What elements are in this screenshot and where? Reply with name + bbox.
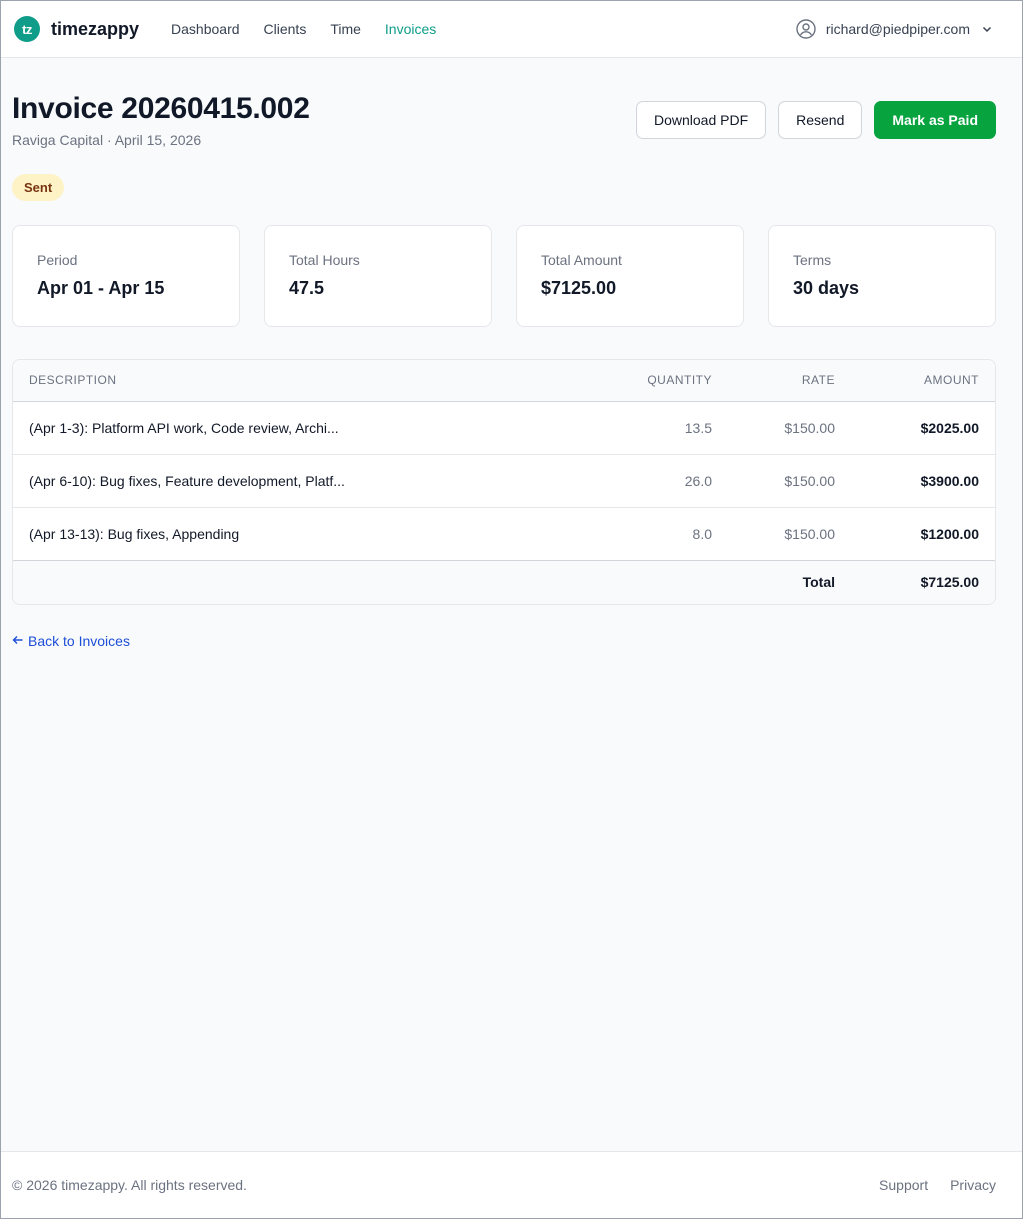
back-to-invoices-link[interactable]: Back to Invoices bbox=[12, 633, 130, 649]
total-value: $7125.00 bbox=[851, 560, 995, 604]
cell-amount: $1200.00 bbox=[851, 507, 995, 561]
cell-quantity: 26.0 bbox=[588, 454, 728, 508]
cell-quantity: 13.5 bbox=[588, 401, 728, 455]
user-circle-icon bbox=[796, 19, 816, 39]
cell-description: (Apr 1-3): Platform API work, Code revie… bbox=[13, 401, 588, 455]
support-link[interactable]: Support bbox=[879, 1177, 928, 1193]
main-content: Invoice 20260415.002 Raviga Capital · Ap… bbox=[1, 58, 1022, 1151]
col-quantity: QUANTITY bbox=[588, 360, 728, 402]
stat-value: 47.5 bbox=[289, 278, 325, 298]
cell-quantity: 8.0 bbox=[588, 507, 728, 561]
page-title: Invoice 20260415.002 bbox=[12, 92, 310, 125]
total-spacer bbox=[588, 560, 728, 604]
title-row: Invoice 20260415.002 Raviga Capital · Ap… bbox=[12, 92, 996, 148]
cell-amount: $3900.00 bbox=[851, 454, 995, 508]
status-badge: Sent bbox=[12, 174, 65, 201]
title-block: Invoice 20260415.002 Raviga Capital · Ap… bbox=[12, 92, 310, 148]
brand-name[interactable]: timezappy bbox=[51, 19, 139, 40]
footer-links: Support Privacy bbox=[857, 1177, 996, 1193]
stat-label: Terms bbox=[793, 252, 832, 268]
table-header-row: DESCRIPTION QUANTITY RATE AMOUNT bbox=[13, 360, 995, 402]
stat-label: Period bbox=[37, 252, 78, 268]
stat-card-period: Period Apr 01 - Apr 15 bbox=[12, 225, 240, 327]
cell-description: (Apr 6-10): Bug fixes, Feature developme… bbox=[13, 454, 588, 508]
stat-value: 30 days bbox=[793, 278, 860, 298]
stat-card-total-amount: Total Amount $7125.00 bbox=[516, 225, 744, 327]
cell-rate: $150.00 bbox=[728, 401, 851, 455]
user-email: richard@piedpiper.com bbox=[825, 21, 970, 37]
table-row: (Apr 13-13): Bug fixes, Appending 8.0 $1… bbox=[13, 507, 995, 561]
stat-card-terms: Terms 30 days bbox=[768, 225, 996, 327]
col-rate: RATE bbox=[728, 360, 851, 402]
top-navbar: tz timezappy Dashboard Clients Time Invo… bbox=[1, 1, 1022, 58]
app-window: tz timezappy Dashboard Clients Time Invo… bbox=[0, 0, 1023, 1219]
logo[interactable]: tz bbox=[14, 16, 40, 42]
line-items-table: DESCRIPTION QUANTITY RATE AMOUNT (Apr 1-… bbox=[12, 359, 996, 605]
table-total-row: Total $7125.00 bbox=[13, 560, 995, 604]
copyright: © 2026 timezappy. All rights reserved. bbox=[12, 1177, 247, 1193]
total-spacer bbox=[13, 560, 588, 604]
total-label: Total bbox=[728, 560, 851, 604]
user-menu[interactable]: richard@piedpiper.com bbox=[796, 19, 993, 39]
back-link-label: Back to Invoices bbox=[28, 633, 130, 649]
main-nav: Dashboard Clients Time Invoices bbox=[171, 21, 460, 37]
stat-card-total-hours: Total Hours 47.5 bbox=[264, 225, 492, 327]
nav-dashboard[interactable]: Dashboard bbox=[171, 21, 240, 37]
cell-rate: $150.00 bbox=[728, 507, 851, 561]
stat-value: Apr 01 - Apr 15 bbox=[37, 278, 165, 298]
cell-rate: $150.00 bbox=[728, 454, 851, 508]
privacy-link[interactable]: Privacy bbox=[950, 1177, 996, 1193]
page-subtitle: Raviga Capital · April 15, 2026 bbox=[12, 132, 202, 148]
nav-time[interactable]: Time bbox=[330, 21, 361, 37]
page-footer: © 2026 timezappy. All rights reserved. S… bbox=[1, 1151, 1022, 1218]
mark-as-paid-button[interactable]: Mark as Paid bbox=[874, 101, 996, 139]
chevron-down-icon bbox=[981, 23, 993, 35]
stat-value: $7125.00 bbox=[541, 278, 617, 298]
table-row: (Apr 6-10): Bug fixes, Feature developme… bbox=[13, 454, 995, 508]
cell-amount: $2025.00 bbox=[851, 401, 995, 455]
resend-button[interactable]: Resend bbox=[778, 101, 863, 139]
col-amount: AMOUNT bbox=[851, 360, 995, 402]
stat-label: Total Amount bbox=[541, 252, 622, 268]
download-pdf-button[interactable]: Download PDF bbox=[635, 101, 767, 139]
stats-cards: Period Apr 01 - Apr 15 Total Hours 47.5 … bbox=[12, 225, 996, 327]
nav-invoices[interactable]: Invoices bbox=[385, 21, 436, 37]
col-description: DESCRIPTION bbox=[13, 360, 588, 402]
invoice-actions: Download PDF Resend Mark as Paid bbox=[624, 101, 996, 148]
stat-label: Total Hours bbox=[289, 252, 360, 268]
arrow-left-icon bbox=[12, 633, 24, 649]
table-row: (Apr 1-3): Platform API work, Code revie… bbox=[13, 401, 995, 455]
nav-clients[interactable]: Clients bbox=[264, 21, 307, 37]
cell-description: (Apr 13-13): Bug fixes, Appending bbox=[13, 507, 588, 561]
